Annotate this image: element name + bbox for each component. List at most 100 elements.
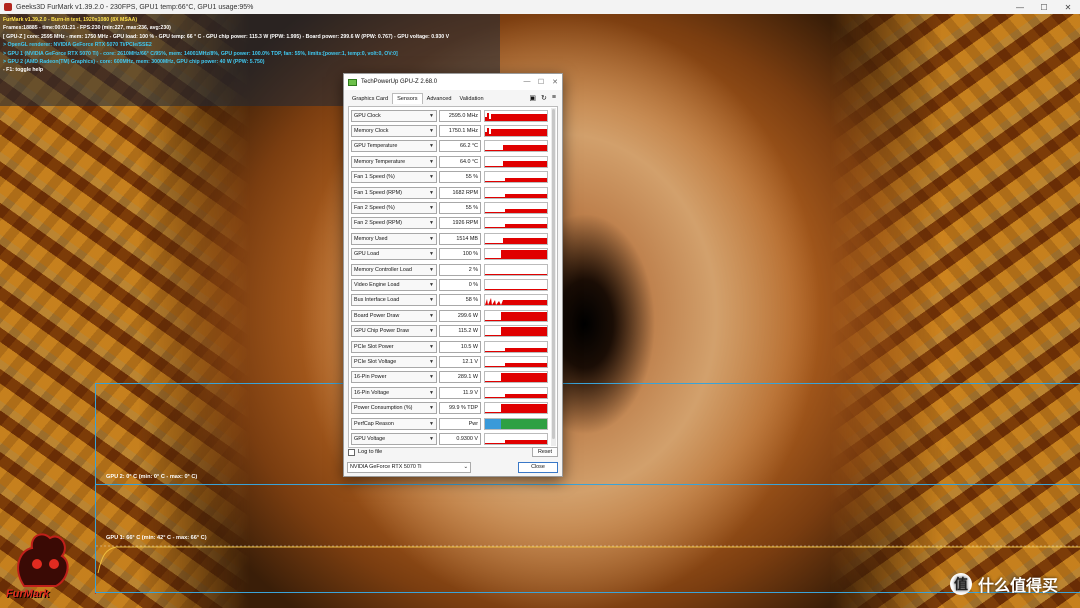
- sensor-row: Fan 2 Speed (%) ▼ 55 %: [351, 201, 549, 214]
- perfcap-power-segment: [501, 418, 547, 429]
- tab-sensors[interactable]: Sensors: [392, 93, 423, 104]
- sensor-graph-trace: [485, 311, 547, 321]
- close-button[interactable]: Close: [518, 462, 558, 473]
- chevron-down-icon: ▼: [429, 251, 434, 258]
- sensor-name: PCIe Slot Voltage: [354, 358, 397, 365]
- sensor-graph: [484, 417, 548, 430]
- chevron-down-icon: ▼: [429, 435, 434, 442]
- sensor-name-dropdown[interactable]: Memory Clock ▼: [351, 124, 437, 137]
- sensor-name-dropdown[interactable]: Fan 1 Speed (%) ▼: [351, 171, 437, 184]
- furmark-app-icon: [4, 3, 12, 11]
- furmark-logo-icon: [17, 533, 69, 587]
- chevron-down-icon: ▼: [429, 235, 434, 242]
- chevron-down-icon: ▼: [429, 297, 434, 304]
- reset-button[interactable]: Reset: [532, 447, 558, 457]
- sensor-graph-trace: [485, 178, 547, 183]
- sensor-value: 289.1 W: [439, 371, 481, 384]
- furmark-logo: FurMark: [2, 528, 80, 604]
- sensor-name-dropdown[interactable]: PCIe Slot Power ▼: [351, 340, 437, 353]
- sensor-row: Video Engine Load ▼ 0 %: [351, 278, 549, 291]
- sensor-name-dropdown[interactable]: Bus Interface Load ▼: [351, 294, 437, 307]
- maximize-icon[interactable]: ☐: [1032, 3, 1056, 12]
- sensor-name: PCIe Slot Power: [354, 343, 394, 350]
- sensor-name-dropdown[interactable]: Power Consumption (%) ▼: [351, 402, 437, 415]
- sensor-name-dropdown[interactable]: GPU Load ▼: [351, 248, 437, 261]
- sensor-name: Memory Controller Load: [354, 266, 412, 273]
- sensor-name: Memory Used: [354, 235, 388, 242]
- sensor-graph-trace: [485, 273, 547, 275]
- sensor-graph: [484, 140, 548, 153]
- sensor-name-dropdown[interactable]: Memory Controller Load ▼: [351, 263, 437, 276]
- sensor-name-dropdown[interactable]: 16-Pin Voltage ▼: [351, 386, 437, 399]
- camera-icon[interactable]: ▣: [529, 94, 536, 102]
- sensor-name-dropdown[interactable]: Fan 2 Speed (%) ▼: [351, 201, 437, 214]
- device-select[interactable]: NVIDIA GeForce RTX 5070 Ti ⌄: [347, 462, 471, 473]
- chevron-down-icon: ▼: [429, 405, 434, 412]
- sensor-name: Video Engine Load: [354, 281, 400, 288]
- gpuz-window-controls: — ☐ ✕: [520, 78, 562, 86]
- watermark: 值 什么值得买: [950, 572, 1058, 596]
- sensor-row: Memory Used ▼ 1514 MB: [351, 232, 549, 245]
- sensor-row: GPU Chip Power Draw ▼ 115.2 W: [351, 325, 549, 338]
- gpuz-window: TechPowerUp GPU-Z 2.68.0 — ☐ ✕ Graphics …: [343, 73, 563, 477]
- maximize-icon[interactable]: ☐: [534, 78, 548, 86]
- gpuz-titlebar[interactable]: TechPowerUp GPU-Z 2.68.0 — ☐ ✕: [344, 74, 562, 90]
- sensor-name: Board Power Draw: [354, 312, 400, 319]
- sensor-graph-trace: [485, 298, 547, 306]
- sensor-name-dropdown[interactable]: Fan 1 Speed (RPM) ▼: [351, 186, 437, 199]
- chevron-down-icon: ▼: [429, 189, 434, 196]
- refresh-icon[interactable]: ↻: [541, 94, 547, 102]
- sensor-name-dropdown[interactable]: Fan 2 Speed (RPM) ▼: [351, 217, 437, 230]
- sensor-graph: [484, 355, 548, 368]
- sensor-graph-trace: [485, 145, 547, 152]
- sensor-name-dropdown[interactable]: GPU Voltage ▼: [351, 432, 437, 445]
- sensor-value: 55 %: [439, 171, 481, 184]
- sensor-graph-trace: [485, 393, 547, 398]
- sensor-name-dropdown[interactable]: PerfCap Reason ▼: [351, 417, 437, 430]
- sensor-name-dropdown[interactable]: Memory Temperature ▼: [351, 155, 437, 168]
- tab-advanced[interactable]: Advanced: [423, 94, 456, 104]
- sensor-graph-trace: [485, 362, 547, 367]
- sensor-row: PCIe Slot Voltage ▼ 12.1 V: [351, 355, 549, 368]
- sensor-name-dropdown[interactable]: Board Power Draw ▼: [351, 309, 437, 322]
- sensor-name-dropdown[interactable]: GPU Temperature ▼: [351, 140, 437, 153]
- sensor-graph: [484, 171, 548, 184]
- sensor-graph-trace: [485, 439, 547, 444]
- sensor-value: 0 %: [439, 278, 481, 291]
- sensor-graph-trace: [485, 288, 547, 290]
- sensor-name-dropdown[interactable]: GPU Chip Power Draw ▼: [351, 325, 437, 338]
- chevron-down-icon: ▼: [429, 158, 434, 165]
- close-icon[interactable]: ✕: [1056, 3, 1080, 12]
- sensor-name: GPU Clock: [354, 112, 381, 119]
- sensor-name-dropdown[interactable]: GPU Clock ▼: [351, 109, 437, 122]
- sensor-value: 1750.1 MHz: [439, 124, 481, 137]
- menu-icon[interactable]: ≡: [552, 94, 556, 102]
- sensor-graph: [484, 263, 548, 276]
- log-to-file-checkbox[interactable]: [348, 448, 355, 456]
- sensor-graph-trace: [485, 347, 547, 352]
- minimize-icon[interactable]: —: [1008, 3, 1032, 12]
- chevron-down-icon: ▼: [429, 374, 434, 381]
- sensor-list-scrollbar[interactable]: [551, 108, 556, 446]
- sensor-name-dropdown[interactable]: PCIe Slot Voltage ▼: [351, 355, 437, 368]
- window-title: Geeks3D FurMark v1.39.2.0 - 230FPS, GPU1…: [16, 3, 254, 11]
- gpu2-temp-label: GPU 2: 0° C (min: 0° C - max: 0° C): [106, 474, 198, 480]
- tab-graphics-card[interactable]: Graphics Card: [348, 94, 392, 104]
- osd-line: > OpenGL renderer: NVIDIA GeForce RTX 50…: [3, 42, 152, 49]
- sensor-value: 1682 RPM: [439, 186, 481, 199]
- scrollbar-thumb[interactable]: [552, 109, 555, 439]
- sensor-name: PerfCap Reason: [354, 420, 394, 427]
- sensor-name-dropdown[interactable]: Memory Used ▼: [351, 232, 437, 245]
- sensor-graph: [484, 325, 548, 338]
- sensor-row: GPU Load ▼ 100 %: [351, 248, 549, 261]
- close-icon[interactable]: ✕: [548, 78, 562, 86]
- sensor-name-dropdown[interactable]: 16-Pin Power ▼: [351, 371, 437, 384]
- minimize-icon[interactable]: —: [520, 78, 534, 86]
- sensor-value: 299.6 W: [439, 309, 481, 322]
- sensor-name-dropdown[interactable]: Video Engine Load ▼: [351, 278, 437, 291]
- sensor-graph-trace: [485, 112, 547, 121]
- sensor-name: GPU Load: [354, 251, 380, 258]
- sensor-value: 10.5 W: [439, 340, 481, 353]
- tab-validation[interactable]: Validation: [455, 94, 487, 104]
- chevron-down-icon: ⌄: [463, 464, 468, 470]
